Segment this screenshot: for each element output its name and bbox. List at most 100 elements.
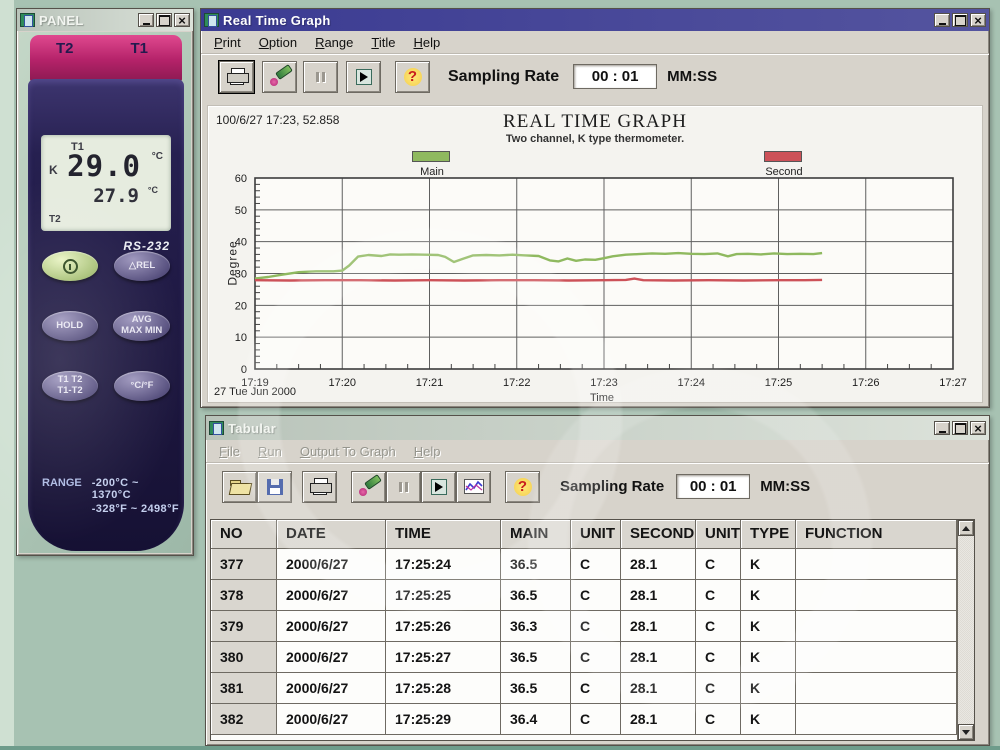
minimize-button[interactable]	[934, 421, 950, 435]
device-button-row-1: △REL	[34, 251, 178, 281]
cell-unit: C	[571, 549, 621, 580]
menu-file[interactable]: File	[210, 442, 249, 461]
device-range-text: RANGE -200°C ~ 1370°C -328°F ~ 2498°F	[42, 477, 180, 515]
table-header-row: NODATETIMEMAINUNITSECONDUNITTYPEFUNCTION	[211, 520, 957, 549]
graph-window: Real Time Graph PrintOptionRangeTitleHel…	[200, 8, 990, 408]
menu-help[interactable]: Help	[404, 33, 449, 52]
pause-button[interactable]	[303, 61, 338, 93]
cell-unit: C	[696, 549, 741, 580]
cell-no: 381	[211, 673, 277, 704]
graph-menubar: PrintOptionRangeTitleHelp	[201, 31, 989, 54]
sampling-rate-input[interactable]: 00 : 01	[573, 64, 657, 89]
y-tick-label: 10	[235, 332, 247, 344]
cell-no: 378	[211, 580, 277, 611]
table-scrollbar[interactable]	[957, 520, 974, 740]
cell-date: 2000/6/27	[277, 549, 386, 580]
cell-main: 36.4	[501, 704, 571, 735]
range-fahrenheit: -328°F ~ 2498°F	[92, 503, 180, 515]
cell-unit: C	[696, 704, 741, 735]
device-button-row-3: T1 T2 T1-T2 °C/°F	[34, 371, 178, 401]
cell-type: K	[741, 642, 796, 673]
minimize-button[interactable]	[138, 13, 154, 27]
cell-unit: C	[696, 642, 741, 673]
sampling-rate-input[interactable]: 00 : 01	[676, 474, 750, 499]
x-axis-label: Time	[590, 392, 614, 404]
cell-unit: C	[696, 580, 741, 611]
clear-button[interactable]	[262, 61, 297, 93]
cell-function	[796, 642, 957, 673]
cell-main: 36.5	[501, 580, 571, 611]
cell-time: 17:25:29	[386, 704, 501, 735]
t1-t2-button: T1 T2 T1-T2	[42, 371, 98, 401]
table-row: 3792000/6/2717:25:2636.3C28.1CK	[211, 611, 957, 642]
column-header-time[interactable]: TIME	[386, 520, 501, 549]
range-label: RANGE	[42, 477, 82, 515]
pause-icon	[316, 72, 325, 82]
cell-function	[796, 580, 957, 611]
pause-button[interactable]	[386, 471, 421, 503]
column-header-function[interactable]: FUNCTION	[796, 520, 957, 549]
cell-unit: C	[696, 611, 741, 642]
x-tick-label: 17:24	[677, 377, 705, 389]
column-header-unit[interactable]: UNIT	[571, 520, 621, 549]
cell-type: K	[741, 580, 796, 611]
column-header-type[interactable]: TYPE	[741, 520, 796, 549]
menu-run[interactable]: Run	[249, 442, 291, 461]
graph-toolbar: Sampling Rate 00 : 01 MM:SS	[201, 54, 989, 98]
probe-connector-cap: T2 T1	[30, 35, 182, 81]
output-to-graph-button[interactable]	[456, 471, 491, 503]
avg-max-min-button: AVG MAX MIN	[113, 311, 170, 341]
column-header-unit[interactable]: UNIT	[696, 520, 741, 549]
menu-output-to-graph[interactable]: Output To Graph	[291, 442, 405, 461]
help-button[interactable]	[505, 471, 540, 503]
maximize-button[interactable]	[156, 13, 172, 27]
cell-no: 380	[211, 642, 277, 673]
x-tick-label: 17:21	[416, 377, 444, 389]
minimize-button[interactable]	[934, 13, 950, 27]
close-button[interactable]	[970, 421, 986, 435]
cell-function	[796, 549, 957, 580]
column-header-date[interactable]: DATE	[277, 520, 386, 549]
cell-time: 17:25:25	[386, 580, 501, 611]
column-header-second[interactable]: SECOND	[621, 520, 696, 549]
print-button[interactable]	[302, 471, 337, 503]
run-button[interactable]	[421, 471, 456, 503]
cell-type: K	[741, 549, 796, 580]
tabular-window-title: Tabular	[228, 421, 930, 436]
cell-second: 28.1	[621, 704, 696, 735]
menu-range[interactable]: Range	[306, 33, 362, 52]
scroll-up-button[interactable]	[958, 520, 974, 536]
print-button[interactable]	[219, 61, 254, 93]
play-icon	[356, 69, 372, 85]
lcd-main-unit: °C	[152, 151, 163, 162]
cell-date: 2000/6/27	[277, 580, 386, 611]
save-floppy-icon	[267, 479, 283, 495]
scroll-down-button[interactable]	[958, 724, 974, 740]
maximize-button[interactable]	[952, 421, 968, 435]
close-button[interactable]	[970, 13, 986, 27]
cell-function	[796, 704, 957, 735]
run-button[interactable]	[346, 61, 381, 93]
cell-unit: C	[571, 642, 621, 673]
menu-help[interactable]: Help	[405, 442, 450, 461]
lcd-main-temperature: 29.0	[67, 149, 141, 183]
cell-unit: C	[571, 580, 621, 611]
maximize-button[interactable]	[952, 13, 968, 27]
app-icon	[204, 13, 219, 27]
lcd-type-label: K	[49, 163, 58, 177]
printer-icon	[310, 478, 330, 495]
menu-option[interactable]: Option	[250, 33, 306, 52]
column-header-main[interactable]: MAIN	[501, 520, 571, 549]
clear-button[interactable]	[351, 471, 386, 503]
sampling-rate-units: MM:SS	[667, 68, 717, 85]
save-button[interactable]	[257, 471, 292, 503]
help-button[interactable]	[395, 61, 430, 93]
table-row: 3822000/6/2717:25:2936.4C28.1CK	[211, 704, 957, 735]
menu-print[interactable]: Print	[205, 33, 250, 52]
open-button[interactable]	[222, 471, 257, 503]
column-header-no[interactable]: NO	[211, 520, 277, 549]
cell-unit: C	[571, 704, 621, 735]
close-button[interactable]	[174, 13, 190, 27]
menu-title[interactable]: Title	[362, 33, 404, 52]
table-grid: NODATETIMEMAINUNITSECONDUNITTYPEFUNCTION…	[211, 520, 957, 740]
